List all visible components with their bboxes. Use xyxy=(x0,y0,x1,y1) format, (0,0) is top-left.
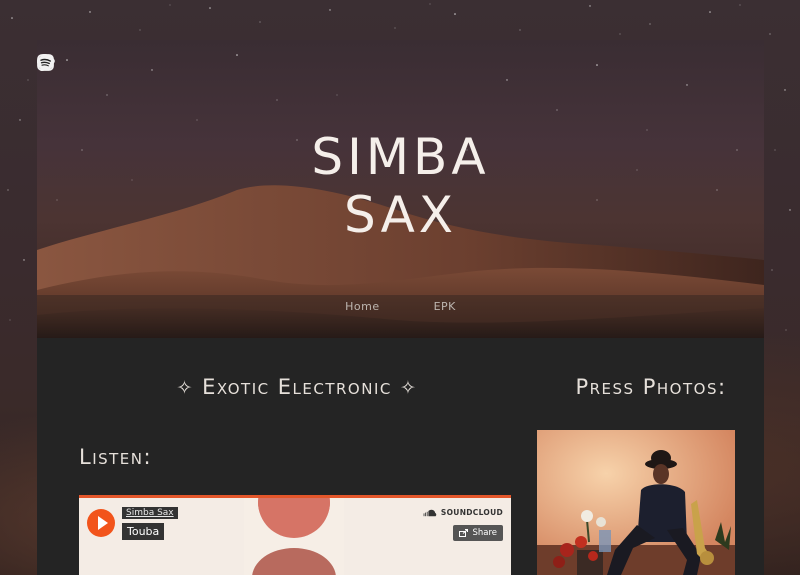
soundcloud-player[interactable]: Simba Sax Touba SOUNDCLOUD Share xyxy=(79,495,511,575)
genre-heading: ✧ Exotic Electronic ✧ xyxy=(37,375,557,399)
page-container: SIMBA SAX Home EPK ✧ Exotic Electronic ✧… xyxy=(37,40,764,575)
cloud-icon[interactable] xyxy=(37,54,413,76)
soundcloud-icon[interactable] xyxy=(37,54,455,76)
nav-item-epk[interactable]: EPK xyxy=(434,300,456,313)
logo-line-1: SIMBA xyxy=(311,128,490,186)
listen-heading: Listen: xyxy=(79,445,153,469)
facebook-icon[interactable] xyxy=(38,54,329,76)
spotify-icon[interactable] xyxy=(37,54,497,76)
sparkle-icon: ✧ xyxy=(400,377,418,399)
share-label: Share xyxy=(472,528,497,538)
track-artwork xyxy=(244,498,344,575)
sparkle-icon: ✧ xyxy=(176,377,194,399)
press-photo[interactable] xyxy=(537,430,735,575)
press-photos-heading: Press Photos: xyxy=(575,375,727,399)
nav-item-home[interactable]: Home xyxy=(345,300,379,313)
hero-banner: SIMBA SAX Home EPK xyxy=(37,40,764,338)
share-button[interactable]: Share xyxy=(453,525,503,541)
press-photo-image xyxy=(537,430,735,575)
logo-line-2: SAX xyxy=(343,186,458,244)
social-links xyxy=(37,54,764,76)
track-title[interactable]: Touba xyxy=(122,523,165,540)
share-icon xyxy=(459,529,469,537)
soundcloud-brand[interactable]: SOUNDCLOUD xyxy=(422,508,503,517)
site-logo[interactable]: SIMBA SAX xyxy=(37,128,764,244)
instagram-icon[interactable] xyxy=(37,54,371,76)
soundcloud-label: SOUNDCLOUD xyxy=(440,508,503,517)
main-nav: Home EPK xyxy=(37,300,764,313)
soundcloud-icon xyxy=(423,509,437,516)
play-button[interactable] xyxy=(87,509,115,537)
artist-link[interactable]: Simba Sax xyxy=(122,507,178,519)
genre-text: Exotic Electronic xyxy=(202,375,392,399)
